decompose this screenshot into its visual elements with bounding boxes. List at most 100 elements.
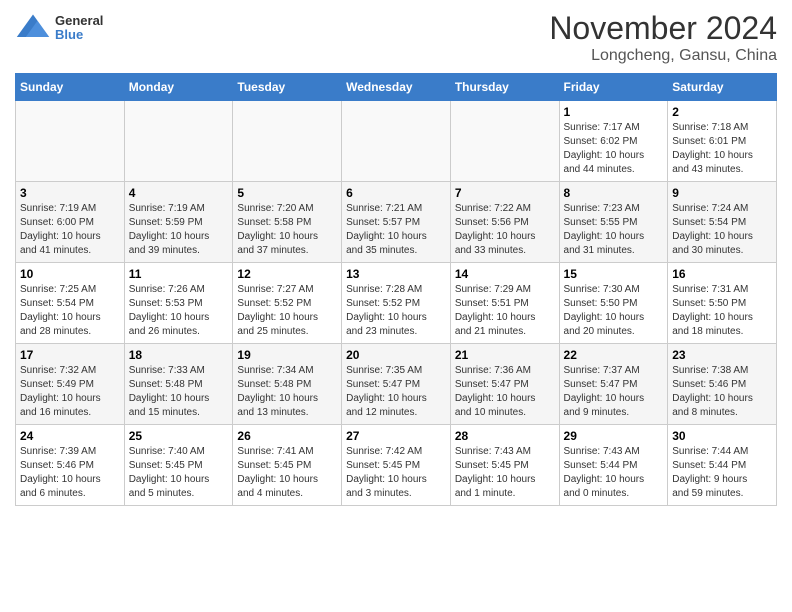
day-number: 28 (455, 429, 555, 443)
day-info: Sunrise: 7:31 AM Sunset: 5:50 PM Dayligh… (672, 283, 772, 339)
logo: General Blue (15, 10, 103, 46)
logo-general-text: General (55, 14, 103, 28)
calendar-cell: 23 Sunrise: 7:38 AM Sunset: 5:46 PM Dayli… (668, 344, 777, 425)
weekday-header-saturday: Saturday (668, 74, 777, 101)
calendar-cell: 24 Sunrise: 7:39 AM Sunset: 5:46 PM Dayli… (16, 425, 125, 506)
month-title: November 2024 (549, 10, 777, 47)
day-info: Sunrise: 7:25 AM Sunset: 5:54 PM Dayligh… (20, 283, 120, 339)
day-info: Sunrise: 7:37 AM Sunset: 5:47 PM Dayligh… (564, 364, 664, 420)
logo-icon (15, 10, 51, 46)
logo-text: General Blue (55, 14, 103, 43)
calendar-cell: 17 Sunrise: 7:32 AM Sunset: 5:49 PM Dayli… (16, 344, 125, 425)
day-info: Sunrise: 7:20 AM Sunset: 5:58 PM Dayligh… (237, 202, 337, 258)
day-info: Sunrise: 7:29 AM Sunset: 5:51 PM Dayligh… (455, 283, 555, 339)
day-number: 11 (129, 267, 229, 281)
day-number: 12 (237, 267, 337, 281)
day-number: 23 (672, 348, 772, 362)
calendar-week-2: 10 Sunrise: 7:25 AM Sunset: 5:54 PM Dayli… (16, 263, 777, 344)
calendar-cell: 26 Sunrise: 7:41 AM Sunset: 5:45 PM Dayli… (233, 425, 342, 506)
calendar-cell: 6 Sunrise: 7:21 AM Sunset: 5:57 PM Daylig… (342, 182, 451, 263)
calendar-cell: 5 Sunrise: 7:20 AM Sunset: 5:58 PM Daylig… (233, 182, 342, 263)
day-number: 7 (455, 186, 555, 200)
day-info: Sunrise: 7:22 AM Sunset: 5:56 PM Dayligh… (455, 202, 555, 258)
day-number: 8 (564, 186, 664, 200)
weekday-header-tuesday: Tuesday (233, 74, 342, 101)
calendar-cell: 25 Sunrise: 7:40 AM Sunset: 5:45 PM Dayli… (124, 425, 233, 506)
day-info: Sunrise: 7:35 AM Sunset: 5:47 PM Dayligh… (346, 364, 446, 420)
day-info: Sunrise: 7:43 AM Sunset: 5:45 PM Dayligh… (455, 445, 555, 501)
calendar-cell: 3Sunrise: 7:19 AM Sunset: 6:00 PM Daylig… (16, 182, 125, 263)
calendar-cell (16, 101, 125, 182)
day-info: Sunrise: 7:44 AM Sunset: 5:44 PM Dayligh… (672, 445, 772, 501)
calendar-cell (342, 101, 451, 182)
day-info: Sunrise: 7:32 AM Sunset: 5:49 PM Dayligh… (20, 364, 120, 420)
calendar-cell (233, 101, 342, 182)
calendar-cell: 20 Sunrise: 7:35 AM Sunset: 5:47 PM Dayli… (342, 344, 451, 425)
calendar-cell: 22 Sunrise: 7:37 AM Sunset: 5:47 PM Dayli… (559, 344, 668, 425)
title-area: November 2024 Longcheng, Gansu, China (549, 10, 777, 65)
header: General Blue November 2024 Longcheng, Ga… (15, 10, 777, 65)
day-number: 24 (20, 429, 120, 443)
day-number: 25 (129, 429, 229, 443)
weekday-header-row: SundayMondayTuesdayWednesdayThursdayFrid… (16, 74, 777, 101)
day-number: 2 (672, 105, 772, 119)
day-info: Sunrise: 7:34 AM Sunset: 5:48 PM Dayligh… (237, 364, 337, 420)
day-number: 21 (455, 348, 555, 362)
day-number: 27 (346, 429, 446, 443)
day-info: Sunrise: 7:40 AM Sunset: 5:45 PM Dayligh… (129, 445, 229, 501)
day-number: 9 (672, 186, 772, 200)
day-info: Sunrise: 7:30 AM Sunset: 5:50 PM Dayligh… (564, 283, 664, 339)
calendar-cell: 13Sunrise: 7:28 AM Sunset: 5:52 PM Dayli… (342, 263, 451, 344)
weekday-header-sunday: Sunday (16, 74, 125, 101)
calendar-cell: 21 Sunrise: 7:36 AM Sunset: 5:47 PM Dayli… (450, 344, 559, 425)
weekday-header-wednesday: Wednesday (342, 74, 451, 101)
calendar-cell: 28 Sunrise: 7:43 AM Sunset: 5:45 PM Dayli… (450, 425, 559, 506)
day-number: 6 (346, 186, 446, 200)
day-info: Sunrise: 7:36 AM Sunset: 5:47 PM Dayligh… (455, 364, 555, 420)
calendar-week-1: 3Sunrise: 7:19 AM Sunset: 6:00 PM Daylig… (16, 182, 777, 263)
day-number: 29 (564, 429, 664, 443)
day-info: Sunrise: 7:23 AM Sunset: 5:55 PM Dayligh… (564, 202, 664, 258)
day-info: Sunrise: 7:24 AM Sunset: 5:54 PM Dayligh… (672, 202, 772, 258)
day-number: 14 (455, 267, 555, 281)
calendar-cell: 12 Sunrise: 7:27 AM Sunset: 5:52 PM Dayli… (233, 263, 342, 344)
calendar-cell: 18 Sunrise: 7:33 AM Sunset: 5:48 PM Dayli… (124, 344, 233, 425)
logo-blue-text: Blue (55, 28, 103, 42)
calendar-cell: 1Sunrise: 7:17 AM Sunset: 6:02 PM Daylig… (559, 101, 668, 182)
day-info: Sunrise: 7:26 AM Sunset: 5:53 PM Dayligh… (129, 283, 229, 339)
day-number: 5 (237, 186, 337, 200)
day-number: 4 (129, 186, 229, 200)
calendar-week-4: 24 Sunrise: 7:39 AM Sunset: 5:46 PM Dayli… (16, 425, 777, 506)
day-info: Sunrise: 7:17 AM Sunset: 6:02 PM Dayligh… (564, 121, 664, 177)
day-info: Sunrise: 7:33 AM Sunset: 5:48 PM Dayligh… (129, 364, 229, 420)
calendar-cell: 10 Sunrise: 7:25 AM Sunset: 5:54 PM Dayli… (16, 263, 125, 344)
day-info: Sunrise: 7:27 AM Sunset: 5:52 PM Dayligh… (237, 283, 337, 339)
day-info: Sunrise: 7:38 AM Sunset: 5:46 PM Dayligh… (672, 364, 772, 420)
day-number: 30 (672, 429, 772, 443)
day-info: Sunrise: 7:28 AM Sunset: 5:52 PM Dayligh… (346, 283, 446, 339)
calendar-cell (450, 101, 559, 182)
calendar-cell: 4Sunrise: 7:19 AM Sunset: 5:59 PM Daylig… (124, 182, 233, 263)
calendar-table: SundayMondayTuesdayWednesdayThursdayFrid… (15, 73, 777, 506)
day-number: 22 (564, 348, 664, 362)
day-number: 18 (129, 348, 229, 362)
calendar-cell: 16Sunrise: 7:31 AM Sunset: 5:50 PM Dayli… (668, 263, 777, 344)
day-number: 17 (20, 348, 120, 362)
calendar-cell: 9 Sunrise: 7:24 AM Sunset: 5:54 PM Daylig… (668, 182, 777, 263)
calendar-cell: 27Sunrise: 7:42 AM Sunset: 5:45 PM Dayli… (342, 425, 451, 506)
day-number: 26 (237, 429, 337, 443)
calendar-cell (124, 101, 233, 182)
calendar-cell: 15 Sunrise: 7:30 AM Sunset: 5:50 PM Dayli… (559, 263, 668, 344)
weekday-header-monday: Monday (124, 74, 233, 101)
calendar-cell: 11 Sunrise: 7:26 AM Sunset: 5:53 PM Dayli… (124, 263, 233, 344)
calendar-week-3: 17 Sunrise: 7:32 AM Sunset: 5:49 PM Dayli… (16, 344, 777, 425)
day-info: Sunrise: 7:41 AM Sunset: 5:45 PM Dayligh… (237, 445, 337, 501)
day-info: Sunrise: 7:18 AM Sunset: 6:01 PM Dayligh… (672, 121, 772, 177)
day-info: Sunrise: 7:21 AM Sunset: 5:57 PM Dayligh… (346, 202, 446, 258)
day-number: 10 (20, 267, 120, 281)
day-number: 15 (564, 267, 664, 281)
calendar-week-0: 1Sunrise: 7:17 AM Sunset: 6:02 PM Daylig… (16, 101, 777, 182)
day-number: 20 (346, 348, 446, 362)
location: Longcheng, Gansu, China (549, 47, 777, 65)
day-info: Sunrise: 7:39 AM Sunset: 5:46 PM Dayligh… (20, 445, 120, 501)
